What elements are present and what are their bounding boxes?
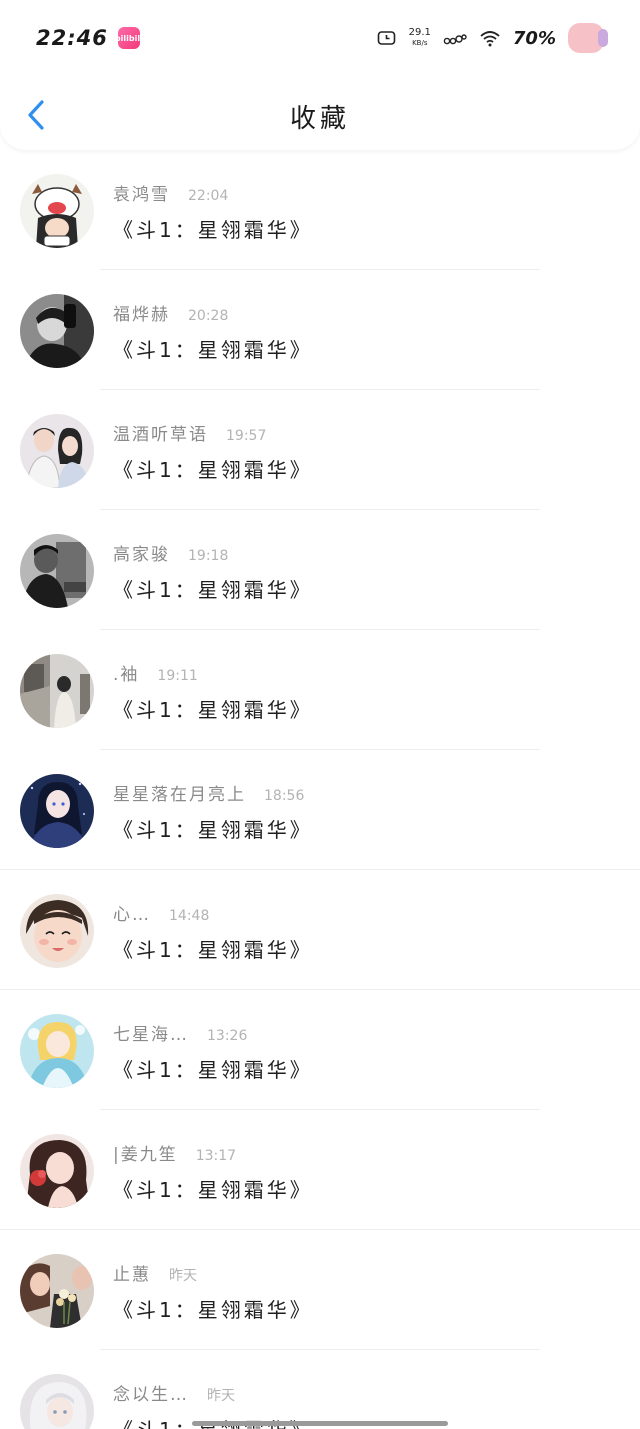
name-line: 心… 14:48 — [113, 900, 209, 925]
item-message: 《斗1：星翎霜华》 — [113, 1298, 313, 1322]
item-message: 《斗1：星翎霜华》 — [113, 698, 313, 722]
name-line: |姜九笙 13:17 — [113, 1140, 236, 1165]
list-item[interactable]: 温酒听草语 19:57 《斗1：星翎霜华》 — [0, 390, 640, 510]
item-time: 18:56 — [264, 788, 305, 804]
user-name: |姜九笙 — [113, 1145, 178, 1165]
item-message: 《斗1：星翎霜华》 — [113, 1058, 313, 1082]
list-item[interactable]: 星星落在月亮上 18:56 《斗1：星翎霜华》 — [0, 750, 640, 870]
list-item[interactable]: 高家骏 19:18 《斗1：星翎霜华》 — [0, 510, 640, 630]
paw-sticker-icon — [568, 23, 608, 53]
user-name: 念以生… — [113, 1385, 189, 1405]
avatar — [20, 894, 94, 968]
item-time: 13:17 — [195, 1148, 237, 1164]
user-name: 心… — [113, 905, 151, 925]
avatar — [20, 414, 94, 488]
favorites-list: 袁鸿雪 22:04 《斗1：星翎霜华》 福烨赫 20:28 《斗1：星翎霜华》 — [0, 150, 640, 1429]
item-message: 《斗1：星翎霜华》 — [113, 458, 313, 482]
list-item[interactable]: .袖 19:11 《斗1：星翎霜华》 — [0, 630, 640, 750]
list-item[interactable]: 袁鸿雪 22:04 《斗1：星翎霜华》 — [0, 150, 640, 270]
item-time: 14:48 — [169, 908, 210, 924]
avatar — [20, 534, 94, 608]
user-name: 止蕙 — [113, 1265, 151, 1285]
list-item[interactable]: 七星海… 13:26 《斗1：星翎霜华》 — [0, 990, 640, 1110]
status-time: 22:46 — [36, 26, 108, 50]
avatar — [20, 1014, 94, 1088]
user-name: 温酒听草语 — [113, 425, 208, 445]
page: 22:46 bilibili 29.1 KB/s 70% 收藏 袁鸿雪 22:0… — [0, 0, 640, 1429]
user-name: 袁鸿雪 — [113, 185, 170, 205]
avatar — [20, 1134, 94, 1208]
list-item[interactable]: 心… 14:48 《斗1：星翎霜华》 — [0, 870, 640, 990]
avatar — [20, 294, 94, 368]
user-name: 福烨赫 — [113, 305, 170, 325]
item-time: 22:04 — [188, 188, 229, 204]
item-time: 19:11 — [157, 668, 198, 684]
net-speed: 29.1 KB/s — [409, 28, 431, 48]
net-speed-value: 29.1 — [408, 27, 431, 38]
item-time: 19:57 — [226, 428, 267, 444]
list-item[interactable]: 福烨赫 20:28 《斗1：星翎霜华》 — [0, 270, 640, 390]
name-line: 止蕙 昨天 — [113, 1260, 197, 1285]
item-message: 《斗1：星翎霜华》 — [113, 338, 313, 362]
item-message: 《斗1：星翎霜华》 — [113, 818, 313, 842]
name-line: 袁鸿雪 22:04 — [113, 180, 228, 205]
name-line: 温酒听草语 19:57 — [113, 420, 266, 445]
name-line: 星星落在月亮上 18:56 — [113, 780, 304, 805]
avatar — [20, 1374, 94, 1429]
alarm-icon — [377, 31, 395, 45]
avatar — [20, 1254, 94, 1328]
user-name: .袖 — [113, 665, 140, 685]
bilibili-app-icon: bilibili — [115, 27, 143, 49]
list-item[interactable]: 止蕙 昨天 《斗1：星翎霜华》 — [0, 1230, 640, 1350]
avatar — [20, 774, 94, 848]
user-name: 星星落在月亮上 — [113, 785, 246, 805]
wifi-icon — [480, 31, 500, 47]
item-time: 昨天 — [169, 1268, 197, 1284]
net-speed-unit: KB/s — [412, 39, 428, 47]
nav-header: 收藏 — [0, 76, 640, 150]
item-message: 《斗1：星翎霜华》 — [113, 1178, 313, 1202]
item-time: 昨天 — [207, 1388, 235, 1404]
item-time: 13:26 — [207, 1028, 248, 1044]
avatar — [20, 174, 94, 248]
page-title: 收藏 — [289, 104, 350, 134]
item-time: 20:28 — [188, 308, 229, 324]
list-item[interactable]: 念以生… 昨天 《斗1：星翎霜华》 — [0, 1350, 640, 1429]
user-name: 高家骏 — [113, 545, 170, 565]
item-message: 《斗1：星翎霜华》 — [113, 578, 313, 602]
name-line: 念以生… 昨天 — [113, 1380, 235, 1405]
name-line: 七星海… 13:26 — [113, 1020, 247, 1045]
item-message: 《斗1：星翎霜华》 — [113, 218, 313, 242]
status-bar: 22:46 bilibili 29.1 KB/s 70% — [0, 0, 640, 76]
signal-icon — [443, 34, 467, 45]
item-time: 19:18 — [188, 548, 229, 564]
item-message: 《斗1：星翎霜华》 — [113, 938, 313, 962]
battery-level: 70% — [512, 27, 556, 49]
name-line: .袖 19:11 — [113, 660, 198, 685]
avatar — [20, 654, 94, 728]
name-line: 高家骏 19:18 — [113, 540, 228, 565]
name-line: 福烨赫 20:28 — [113, 300, 228, 325]
user-name: 七星海… — [113, 1025, 189, 1045]
list-item[interactable]: |姜九笙 13:17 《斗1：星翎霜华》 — [0, 1110, 640, 1230]
status-right: 29.1 KB/s 70% — [377, 23, 608, 53]
home-indicator[interactable] — [192, 1421, 448, 1426]
status-left: 22:46 bilibili — [36, 26, 143, 50]
